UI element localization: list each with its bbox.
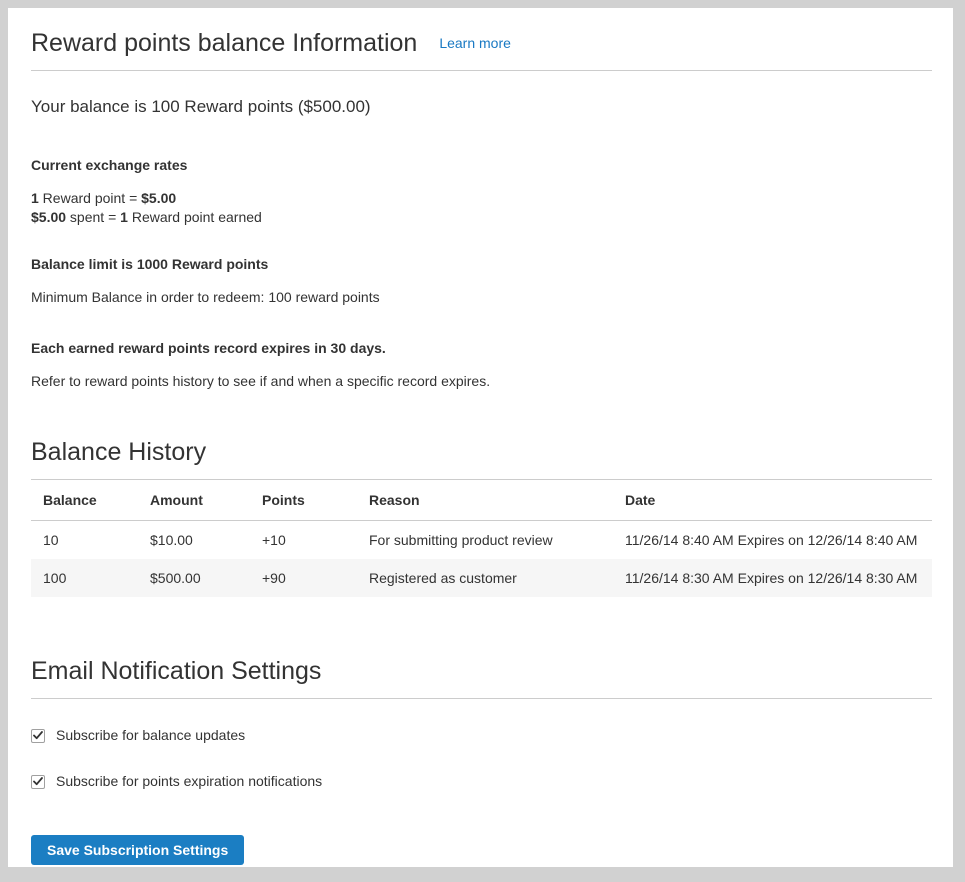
email-settings-title: Email Notification Settings bbox=[31, 654, 932, 688]
balance-history-table: BalanceAmountPointsReasonDate 10$10.00+1… bbox=[31, 479, 932, 597]
subscription-option-label[interactable]: Subscribe for points expiration notifica… bbox=[56, 772, 322, 791]
balance-history-title: Balance History bbox=[31, 435, 932, 469]
screenshot-frame: Reward points balance Information Learn … bbox=[0, 0, 965, 882]
exchange-rates-heading: Current exchange rates bbox=[31, 156, 932, 175]
table-cell: 10 bbox=[31, 521, 138, 560]
exchange-rate-segment: $5.00 bbox=[141, 190, 176, 206]
column-header: Date bbox=[613, 480, 932, 521]
column-header: Reason bbox=[357, 480, 613, 521]
exchange-rate-segment: Reward point earned bbox=[128, 209, 262, 225]
subscription-option-row: Subscribe for balance updates bbox=[31, 726, 932, 745]
learn-more-link[interactable]: Learn more bbox=[439, 35, 511, 51]
table-cell: Registered as customer bbox=[357, 559, 613, 597]
table-cell: 11/26/14 8:30 AM Expires on 12/26/14 8:3… bbox=[613, 559, 932, 597]
table-row: 10$10.00+10For submitting product review… bbox=[31, 521, 932, 560]
balance-summary: Your balance is 100 Reward points ($500.… bbox=[31, 96, 932, 118]
save-subscription-settings-button[interactable]: Save Subscription Settings bbox=[31, 835, 244, 865]
subscription-option-label[interactable]: Subscribe for balance updates bbox=[56, 726, 245, 745]
column-header: Amount bbox=[138, 480, 250, 521]
expiration-heading: Each earned reward points record expires… bbox=[31, 339, 932, 358]
minimum-balance-text: Minimum Balance in order to redeem: 100 … bbox=[31, 288, 932, 307]
exchange-rate-segment: 1 bbox=[120, 209, 128, 225]
table-cell: 100 bbox=[31, 559, 138, 597]
subscription-checkbox[interactable] bbox=[31, 775, 45, 789]
checkmark-icon bbox=[33, 777, 43, 786]
exchange-rate-lines: 1 Reward point = $5.00$5.00 spent = 1 Re… bbox=[31, 189, 932, 227]
checkmark-icon bbox=[33, 731, 43, 740]
subscription-options: Subscribe for balance updates Subscribe f… bbox=[31, 726, 932, 791]
table-cell: +90 bbox=[250, 559, 357, 597]
exchange-rate-segment: spent = bbox=[66, 209, 120, 225]
email-settings-divider bbox=[31, 698, 932, 699]
table-cell: +10 bbox=[250, 521, 357, 560]
table-row: 100$500.00+90Registered as customer11/26… bbox=[31, 559, 932, 597]
table-cell: For submitting product review bbox=[357, 521, 613, 560]
exchange-rate-segment: Reward point = bbox=[39, 190, 141, 206]
column-header: Balance bbox=[31, 480, 138, 521]
exchange-rate-line: 1 Reward point = $5.00 bbox=[31, 189, 932, 208]
table-header: BalanceAmountPointsReasonDate bbox=[31, 480, 932, 521]
balance-limit-text: Balance limit is 1000 Reward points bbox=[31, 255, 932, 274]
table-cell: 11/26/14 8:40 AM Expires on 12/26/14 8:4… bbox=[613, 521, 932, 560]
table-cell: $10.00 bbox=[138, 521, 250, 560]
subscription-checkbox[interactable] bbox=[31, 729, 45, 743]
table-cell: $500.00 bbox=[138, 559, 250, 597]
expiration-note: Refer to reward points history to see if… bbox=[31, 372, 932, 391]
column-header: Points bbox=[250, 480, 357, 521]
exchange-rate-segment: 1 bbox=[31, 190, 39, 206]
reward-points-panel: Reward points balance Information Learn … bbox=[8, 8, 953, 867]
subscription-option-row: Subscribe for points expiration notifica… bbox=[31, 772, 932, 791]
header-divider bbox=[31, 70, 932, 71]
page-title: Reward points balance Information bbox=[31, 26, 417, 60]
page-header: Reward points balance Information Learn … bbox=[31, 26, 932, 60]
exchange-rate-line: $5.00 spent = 1 Reward point earned bbox=[31, 208, 932, 227]
exchange-rate-segment: $5.00 bbox=[31, 209, 66, 225]
